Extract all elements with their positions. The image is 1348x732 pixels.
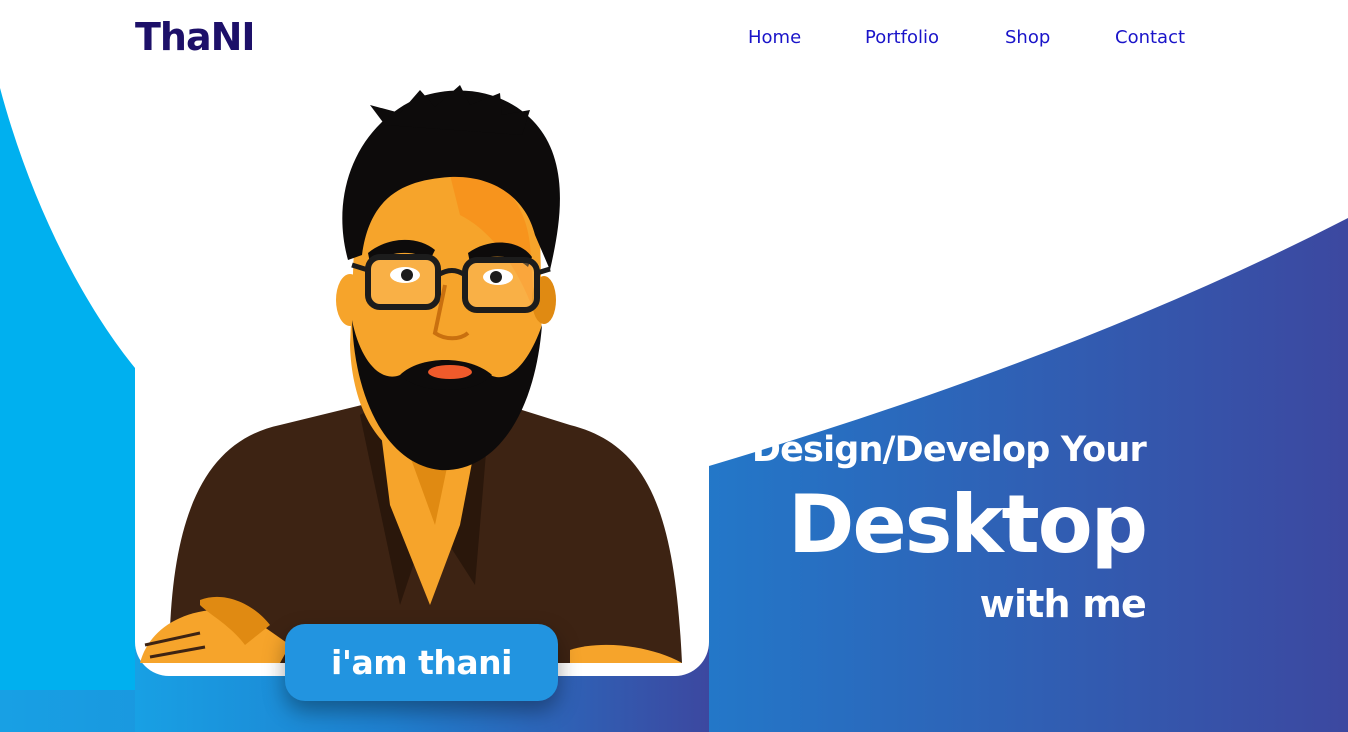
hero-line-1: Design/Develop Your (751, 430, 1147, 470)
nav-home-link[interactable]: Home (748, 27, 801, 48)
hero-line-3: with me (979, 582, 1147, 626)
nav-shop-link[interactable]: Shop (1005, 27, 1050, 48)
cyan-shape (0, 88, 135, 732)
portrait-illustration (140, 85, 682, 663)
hero-headline: Desktop (788, 478, 1148, 571)
nav-contact-link[interactable]: Contact (1115, 27, 1185, 48)
name-button[interactable]: i'am thani (285, 624, 558, 701)
main-nav: Home Portfolio Shop Contact (0, 27, 1348, 51)
nav-portfolio-link[interactable]: Portfolio (865, 27, 939, 48)
